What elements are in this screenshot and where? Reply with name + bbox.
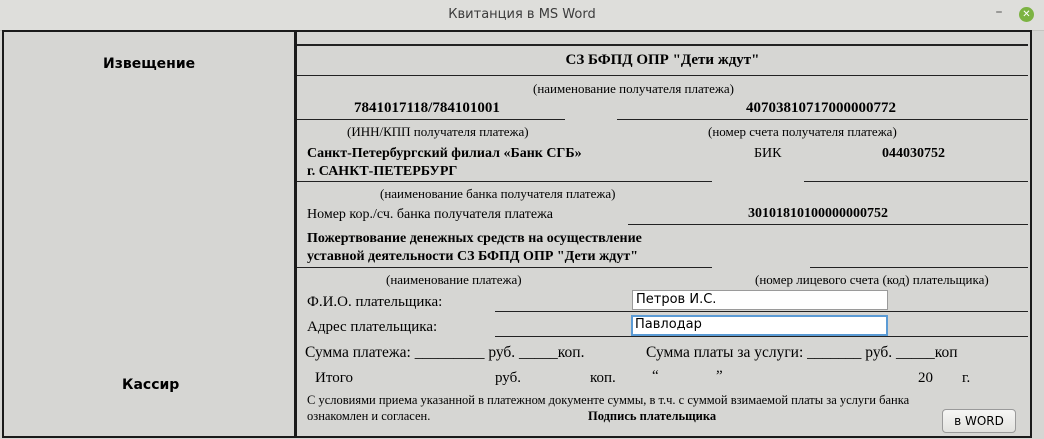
corr-account-value: 30101810100000000752 — [748, 206, 888, 221]
terms-line2: ознакомлен и согласен. — [307, 409, 431, 423]
payment-name-line2: уставной деятельности СЗ БФПД ОПР "Дети … — [307, 249, 639, 264]
cashier-label: Кассир — [122, 377, 180, 393]
total-label: Итого — [315, 370, 353, 386]
payer-name-rule — [495, 311, 1028, 312]
payment-name-rule — [297, 267, 712, 268]
payer-account-rule — [810, 267, 1028, 268]
payment-name-caption: (наименование платежа) — [386, 272, 522, 287]
bank-caption: (наименование банка получателя платежа) — [380, 186, 616, 201]
payer-name-label: Ф.И.О. плательщика: — [307, 294, 443, 310]
payer-address-label: Адрес плательщика: — [307, 319, 438, 335]
account-caption: (номер счета получателя платежа) — [708, 124, 897, 139]
year-prefix: 20 — [918, 370, 933, 386]
quote-close: ” — [716, 368, 723, 384]
recipient-rule — [297, 75, 1028, 76]
bik-rule — [804, 181, 1028, 182]
quote-open: “ — [652, 368, 659, 384]
minimize-icon[interactable]: – — [992, 5, 1006, 21]
year-suffix: г. — [962, 370, 971, 386]
total-kop: коп. — [590, 370, 616, 386]
corr-account-rule — [628, 224, 1028, 225]
inn-caption: (ИНН/КПП получателя платежа) — [347, 124, 529, 139]
export-word-button[interactable]: в WORD — [942, 409, 1016, 433]
total-rub: руб. — [495, 370, 521, 386]
window-title: Квитанция в MS Word — [448, 7, 596, 22]
payer-address-input[interactable]: Павлодар — [631, 315, 888, 336]
bik-value: 044030752 — [882, 146, 945, 161]
bik-label: БИК — [754, 146, 782, 161]
close-icon[interactable]: ✕ — [1019, 7, 1034, 22]
bank-name-line1: Санкт-Петербургский филиал «Банк СГБ» — [307, 146, 582, 161]
payer-account-caption: (номер лицевого счета (код) плательщика) — [755, 272, 989, 287]
payer-address-rule — [495, 336, 1028, 337]
sum-line: Сумма платежа: _________ руб. _____коп. — [305, 344, 585, 361]
account-rule — [617, 119, 1028, 120]
recipient-name: СЗ БФПД ОПР "Дети ждут" — [565, 52, 760, 68]
payment-name-line1: Пожертвование денежных средств на осущес… — [307, 231, 642, 246]
inn-rule — [297, 119, 565, 120]
account-number: 40703810717000000772 — [746, 100, 896, 116]
recipient-caption: (наименование получателя платежа) — [533, 81, 734, 96]
service-sum-line: Сумма платы за услуги: _______ руб. ____… — [646, 344, 958, 361]
bank-name-line2: г. САНКТ-ПЕТЕРБУРГ — [307, 164, 458, 179]
receipt-divider — [294, 32, 297, 436]
top-rule — [297, 44, 1028, 46]
notice-label: Извещение — [103, 56, 196, 72]
corr-account-label: Номер кор./сч. банка получателя платежа — [307, 207, 553, 222]
title-bar: Квитанция в MS Word – ✕ — [0, 0, 1044, 31]
payer-name-input[interactable]: Петров И.С. — [632, 290, 888, 310]
bank-rule — [297, 181, 712, 182]
inn-kpp: 7841017118/784101001 — [354, 100, 500, 116]
signature-label: Подпись плательщика — [588, 409, 717, 423]
terms-line1: С условиями приема указанной в платежном… — [307, 393, 910, 407]
